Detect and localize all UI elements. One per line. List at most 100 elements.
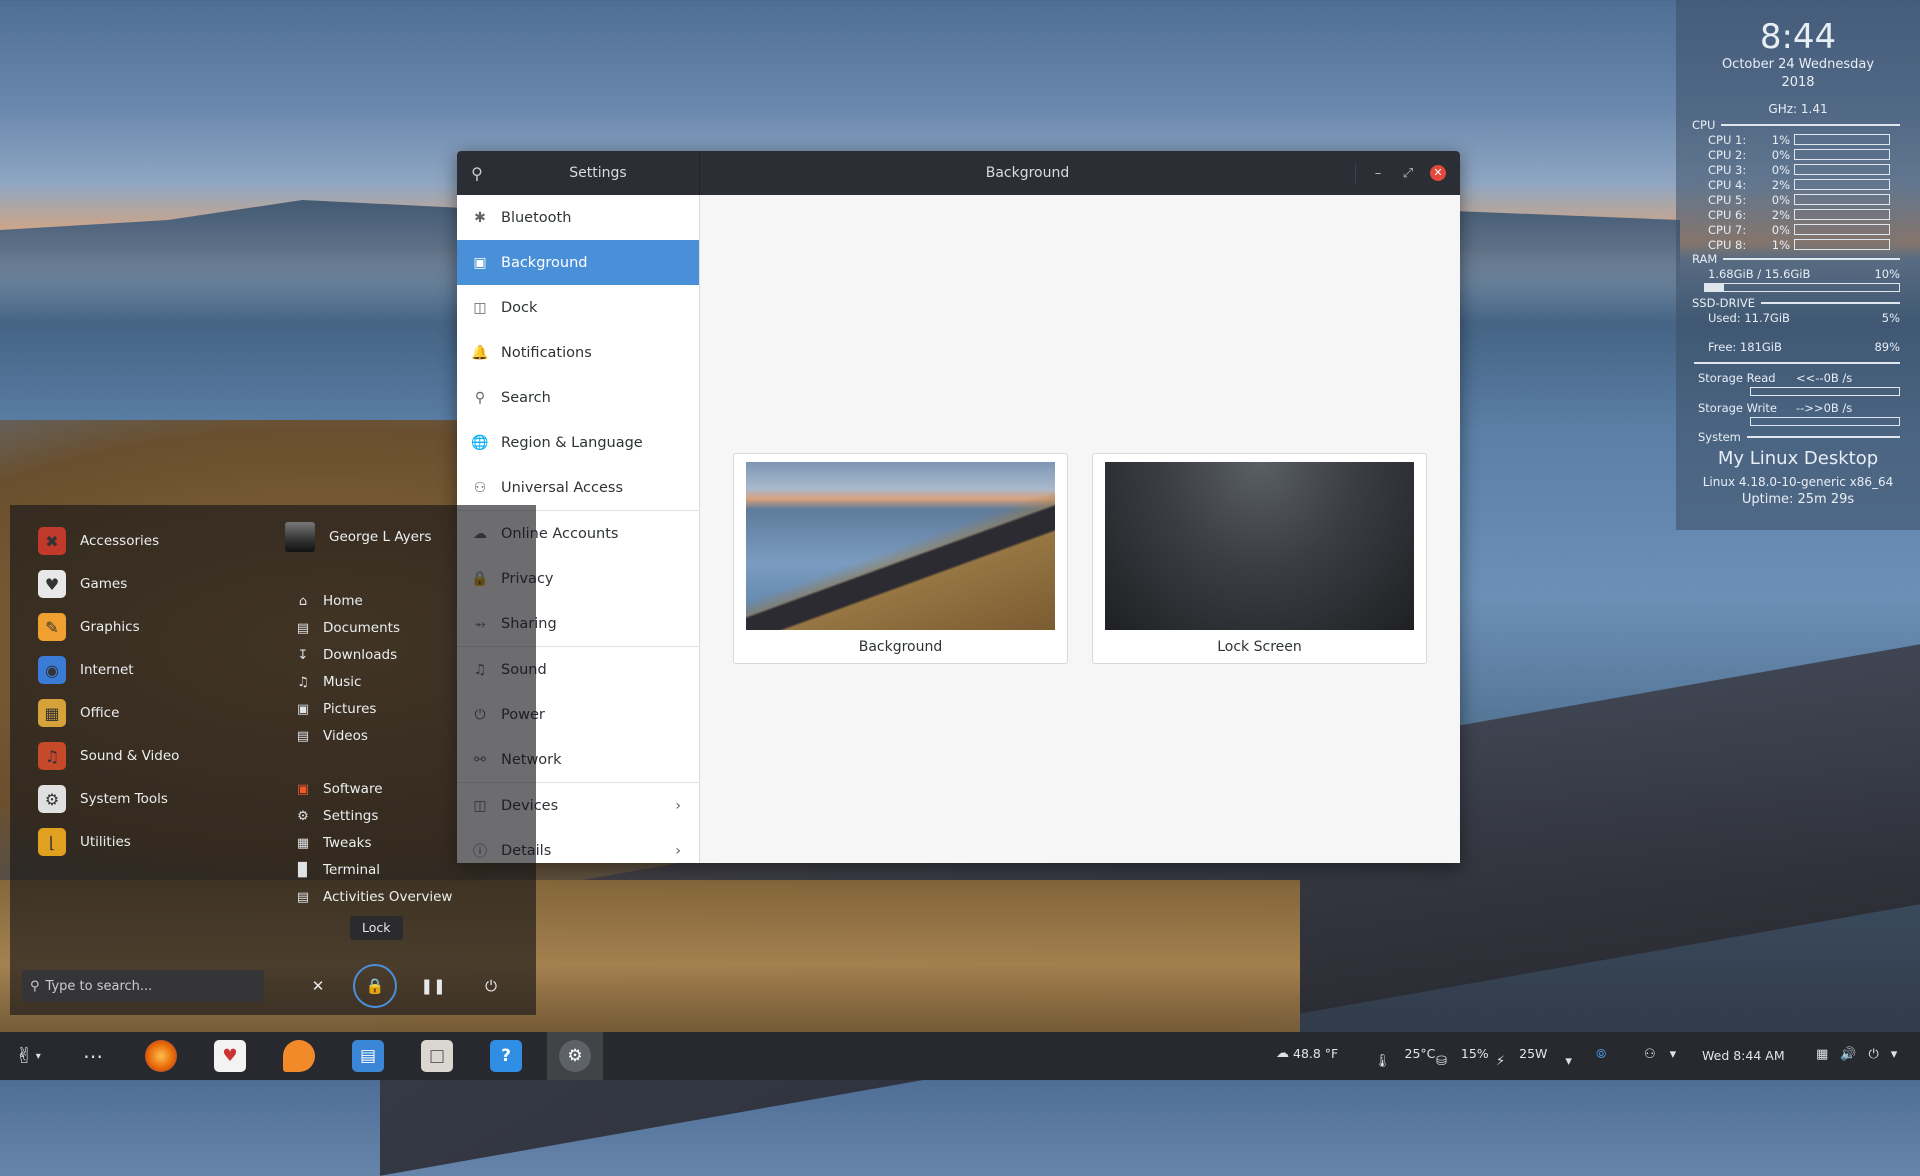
place-videos[interactable]: ▤ Videos — [295, 728, 368, 744]
menu-category-sound-video[interactable]: ♫ Sound & Video — [38, 742, 179, 770]
app-label: Activities Overview — [323, 889, 453, 905]
lock-screen-card[interactable]: Lock Screen — [1092, 453, 1427, 664]
app-label: Tweaks — [323, 835, 372, 851]
sidebar-item-dock[interactable]: ◫ Dock — [457, 285, 699, 330]
menu-category-accessories[interactable]: ✖ Accessories — [38, 527, 159, 555]
app-tweaks[interactable]: ▦ Tweaks — [295, 835, 372, 851]
place-pictures[interactable]: ▣ Pictures — [295, 701, 377, 717]
monitor-year: 2018 — [1781, 75, 1815, 90]
document-viewer-icon[interactable]: ▤ — [340, 1032, 396, 1080]
power-icon[interactable]: ⏻ — [1868, 1047, 1878, 1062]
background-card[interactable]: Background — [733, 453, 1068, 664]
cpu-row: CPU 2: 0% — [1676, 147, 1920, 162]
ram-section: RAM — [1676, 252, 1920, 266]
menu-category-office[interactable]: ▦ Office — [38, 699, 119, 727]
cpu-temp[interactable]: 25°C — [1405, 1046, 1436, 1061]
system-section: System — [1676, 430, 1920, 444]
app-settings[interactable]: ⚙ Settings — [295, 808, 378, 824]
lightning-icon: ⚡ — [1496, 1054, 1506, 1069]
place-home[interactable]: ⌂ Home — [295, 593, 363, 609]
cpu-label: CPU 7: — [1708, 222, 1747, 237]
menu-category-graphics[interactable]: ✎ Graphics — [38, 613, 140, 641]
app-activities-overview[interactable]: ▤ Activities Overview — [295, 889, 453, 905]
place-label: Pictures — [323, 701, 377, 717]
cpu-row: CPU 7: 0% — [1676, 222, 1920, 237]
menu-category-system-tools[interactable]: ⚙ System Tools — [38, 785, 168, 813]
monitor-ghz: GHz: 1.41 — [1768, 102, 1828, 116]
menu-launcher-icon[interactable]: ✌ ▾ — [0, 1032, 56, 1080]
sidebar-item-label: Universal Access — [501, 479, 624, 496]
category-icon: ▦ — [38, 699, 66, 727]
settings-icon[interactable]: ⚙ — [547, 1032, 603, 1080]
cpu-row: CPU 5: 0% — [1676, 192, 1920, 207]
place-documents[interactable]: ▤ Documents — [295, 620, 400, 636]
volume-icon[interactable]: 🔊 — [1840, 1047, 1856, 1062]
desktop-name: My Linux Desktop — [1717, 448, 1879, 469]
cpu-row: CPU 4: 2% — [1676, 177, 1920, 192]
folder-icon: ▤ — [296, 728, 310, 744]
search-icon[interactable]: ⚲ — [457, 164, 497, 183]
accessibility-icon[interactable]: ⚇ — [1644, 1047, 1656, 1062]
files-icon[interactable]: □ — [409, 1032, 465, 1080]
avatar — [285, 522, 315, 552]
weather-value[interactable]: 48.8 °F — [1293, 1046, 1338, 1061]
cpu-graph — [1794, 224, 1890, 235]
cpu-graph — [1794, 164, 1890, 175]
suspend-icon[interactable]: ❚❚ — [411, 964, 455, 1008]
cpu-label: CPU 4: — [1708, 177, 1747, 192]
sidebar-item-universal-access[interactable]: ⚇ Universal Access — [457, 465, 699, 510]
minimize-icon[interactable]: – — [1370, 166, 1386, 181]
lock-icon[interactable]: 🔒 — [353, 964, 397, 1008]
firefox-icon[interactable] — [133, 1032, 189, 1080]
maximize-icon[interactable]: ⤢ — [1400, 166, 1416, 181]
power-icon[interactable]: ⏻ — [469, 964, 513, 1008]
storage-read-value: <<--0B /s — [1796, 370, 1853, 385]
sidebar-item-background[interactable]: ▣ Background — [457, 240, 699, 285]
app-icon: ▉ — [298, 862, 308, 878]
cpu-label: CPU 6: — [1708, 207, 1747, 222]
sidebar-item-notifications[interactable]: 🔔 Notifications — [457, 330, 699, 375]
search-icon: ⚲ — [30, 978, 40, 994]
menu-category-games[interactable]: ♥ Games — [38, 570, 127, 598]
thunderbird-icon[interactable] — [271, 1032, 327, 1080]
chevron-down-icon[interactable]: ▾ — [1670, 1047, 1677, 1062]
sidebar-item-region-language[interactable]: 🌐 Region & Language — [457, 420, 699, 465]
app-grid-icon[interactable]: ⋯ — [64, 1032, 120, 1080]
cpu-label: CPU 2: — [1708, 147, 1747, 162]
cpu-row: CPU 8: 1% — [1676, 237, 1920, 252]
cpu-percent: 0% — [1771, 192, 1790, 207]
solitaire-icon[interactable]: ♥ — [202, 1032, 258, 1080]
menu-search-input[interactable]: ⚲ Type to search... — [22, 970, 264, 1002]
app-terminal[interactable]: ▉ Terminal — [295, 862, 380, 878]
cpu-percent: 1% — [1771, 237, 1790, 252]
help-icon[interactable]: ? — [478, 1032, 534, 1080]
menu-category-utilities[interactable]: ⌊ Utilities — [38, 828, 131, 856]
wireless-icon[interactable]: ⦾ — [1596, 1047, 1606, 1062]
user-account[interactable]: George L Ayers — [285, 522, 432, 552]
network-icon[interactable]: ▦ — [1816, 1047, 1828, 1062]
sidebar-item-label: Bluetooth — [501, 209, 572, 226]
background-card-caption: Background — [858, 639, 943, 655]
cancel-icon[interactable]: ✕ — [296, 964, 340, 1008]
sidebar-item-bluetooth[interactable]: ✱ Bluetooth — [457, 195, 699, 240]
chevron-right-icon: › — [675, 797, 681, 814]
sidebar-item-search[interactable]: ⚲ Search — [457, 375, 699, 420]
dock-icon: ◫ — [473, 299, 487, 316]
cpu-percent: 2% — [1771, 177, 1790, 192]
place-music[interactable]: ♫ Music — [295, 674, 361, 690]
chevron-down-icon[interactable]: ▾ — [1565, 1054, 1572, 1069]
disk-usage[interactable]: 15% — [1461, 1046, 1489, 1061]
place-label: Downloads — [323, 647, 398, 663]
menu-category-internet[interactable]: ◉ Internet — [38, 656, 134, 684]
close-icon[interactable]: ✕ — [1430, 165, 1446, 181]
place-downloads[interactable]: ↧ Downloads — [295, 647, 398, 663]
chevron-down-icon[interactable]: ▾ — [1891, 1047, 1898, 1062]
background-icon: ▣ — [473, 254, 487, 271]
storage-write-graph — [1750, 417, 1900, 426]
panel-clock[interactable]: Wed 8:44 AM — [1702, 1048, 1785, 1063]
category-icon: ♫ — [38, 742, 66, 770]
app-software[interactable]: ▣ Software — [295, 781, 383, 797]
ssd-free: Free: 181GiB — [1708, 339, 1782, 354]
kernel-version: Linux 4.18.0-10-generic x86_64 — [1702, 475, 1894, 489]
power-draw[interactable]: 25W — [1519, 1046, 1547, 1061]
